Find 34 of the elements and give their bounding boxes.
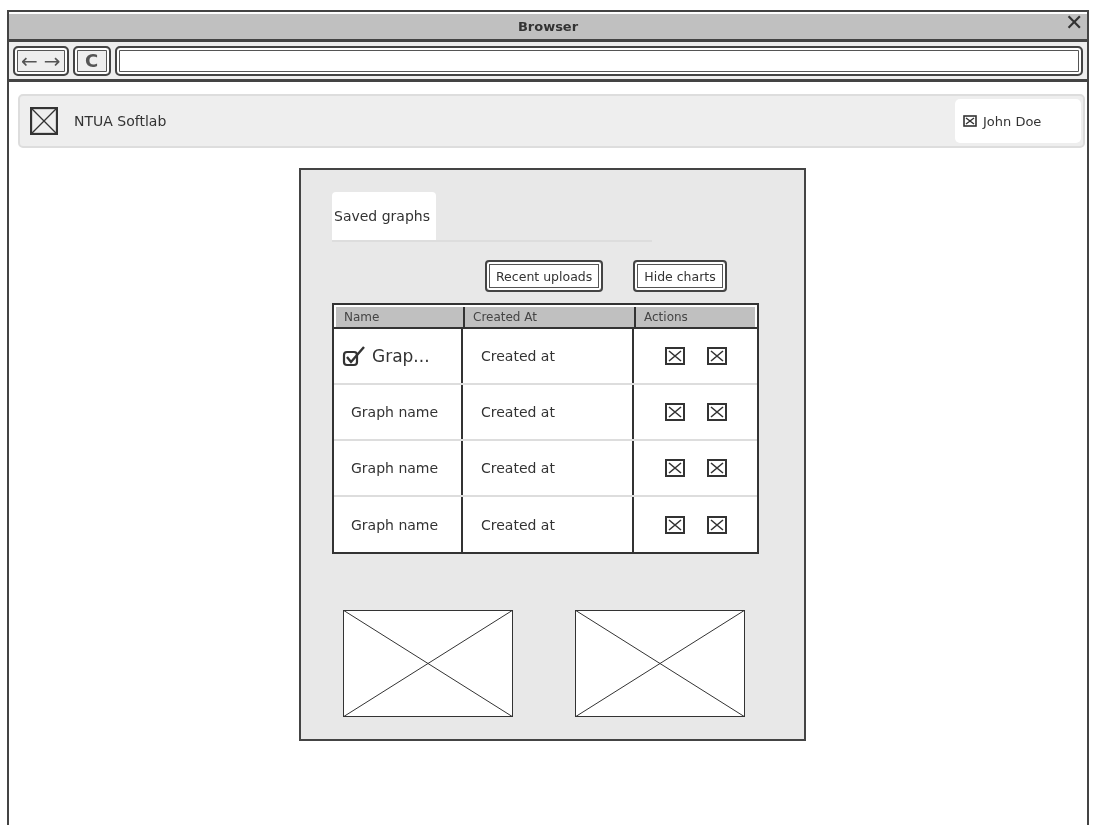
image-placeholder-icon [30,107,58,135]
image-placeholder-icon[interactable] [664,459,685,477]
graph-name: Grap... [372,346,430,366]
column-header: Actions [643,309,689,326]
close-button[interactable]: ✕ [1061,10,1087,36]
image-placeholder-icon[interactable] [706,347,727,365]
created-at: Created at [481,404,555,420]
action-button[interactable]: Recent uploads [485,260,604,292]
address-field[interactable] [114,45,1083,76]
user-menu[interactable]: John Doe [955,99,1081,143]
brand-name: NTUA Softlab [74,113,167,129]
image-placeholder-icon[interactable] [706,403,727,421]
created-at: Created at [481,460,555,476]
created-at: Created at [481,348,555,364]
graph-name: Graph name [350,516,439,533]
column-header: Name [336,307,465,327]
image-placeholder-icon[interactable] [706,515,727,534]
checked-checkbox-icon[interactable] [342,345,366,367]
image-placeholder-icon [963,115,977,127]
action-button[interactable]: Hide charts [633,260,727,292]
back-button[interactable]: ← [21,48,38,73]
tab[interactable]: Saved graphs [332,192,436,240]
reload-button[interactable]: C [72,45,111,76]
window-title: Browser [517,19,579,34]
created-at: Created at [481,516,555,533]
column-header: Created At [465,307,636,327]
image-placeholder-icon[interactable] [664,347,685,365]
image-placeholder-icon[interactable] [664,515,685,534]
graph-name: Graph name [350,460,439,476]
graph-name: Graph name [350,404,439,420]
image-placeholder-icon[interactable] [706,459,727,477]
forward-button[interactable]: → [43,48,61,73]
user-name: John Doe [983,113,1042,129]
image-placeholder-icon[interactable] [664,403,685,421]
